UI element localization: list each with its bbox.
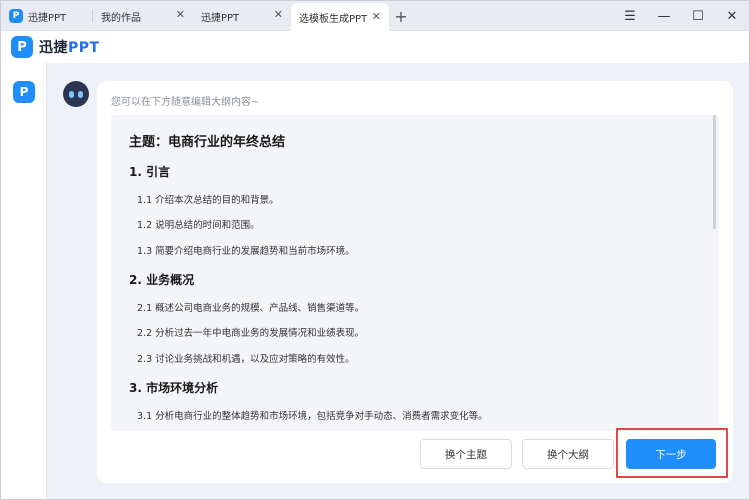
sidebar-app-icon[interactable]: P bbox=[13, 81, 35, 103]
outline-item: 1.2 说明总结的时间和范围。 bbox=[137, 220, 260, 231]
scrollbar-thumb[interactable] bbox=[713, 115, 716, 229]
tab-xunjie-ppt[interactable]: 迅捷PPT ✕ bbox=[193, 1, 291, 31]
new-tab-button[interactable]: + bbox=[389, 1, 413, 31]
app-logo-icon: P bbox=[11, 36, 33, 58]
outline-item: 2.3 讨论业务挑战和机遇，以及应对策略的有效性。 bbox=[137, 354, 355, 365]
tab-label: 迅捷PPT bbox=[201, 12, 240, 24]
outline-item: 2.1 概述公司电商业务的规模、产品线、销售渠道等。 bbox=[137, 303, 365, 314]
app-window: P 迅捷PPT 我的作品 ✕ 迅捷PPT ✕ 选模板生成PPT ✕ + ☰ — … bbox=[0, 0, 750, 500]
minimize-icon[interactable]: — bbox=[647, 9, 681, 24]
section-heading: 1. 引言 bbox=[129, 165, 171, 179]
tab-label: 选模板生成PPT bbox=[299, 13, 368, 25]
highlight-box bbox=[616, 428, 728, 478]
avatar-eye bbox=[69, 90, 74, 98]
outline-item: 2.2 分析过去一年中电商业务的发展情况和业绩表现。 bbox=[137, 328, 365, 339]
close-icon[interactable]: ✕ bbox=[176, 9, 185, 21]
section-heading: 2. 业务概况 bbox=[129, 273, 195, 287]
maximize-icon[interactable]: ☐ bbox=[681, 9, 715, 24]
change-theme-button[interactable]: 换个主题 bbox=[420, 439, 512, 469]
tab-home[interactable]: P 迅捷PPT bbox=[1, 1, 93, 31]
assistant-avatar-icon bbox=[63, 81, 89, 107]
close-icon[interactable]: ✕ bbox=[372, 11, 381, 23]
app-header: P 迅捷PPT bbox=[1, 31, 749, 63]
tab-template-generate[interactable]: 选模板生成PPT ✕ bbox=[291, 3, 389, 31]
avatar-eye bbox=[78, 90, 83, 98]
app-name: 迅捷PPT bbox=[39, 37, 100, 57]
app-name-suffix: PPT bbox=[68, 40, 100, 56]
tab-my-works[interactable]: 我的作品 ✕ bbox=[93, 1, 193, 31]
tab-label: 迅捷PPT bbox=[28, 12, 67, 24]
tab-bar: P 迅捷PPT 我的作品 ✕ 迅捷PPT ✕ 选模板生成PPT ✕ + ☰ — … bbox=[1, 1, 749, 31]
outline-card: 您可以在下方随意编辑大纲内容~ 主题：电商行业的年终总结 1. 引言 1.1 介… bbox=[97, 81, 733, 483]
change-outline-button[interactable]: 换个大纲 bbox=[522, 439, 614, 469]
close-icon[interactable]: ✕ bbox=[274, 9, 283, 21]
outline-item: 1.1 介绍本次总结的目的和背景。 bbox=[137, 195, 279, 206]
tab-label: 我的作品 bbox=[101, 12, 141, 24]
menu-icon[interactable]: ☰ bbox=[613, 9, 647, 24]
edit-hint: 您可以在下方随意编辑大纲内容~ bbox=[111, 97, 260, 108]
close-window-icon[interactable]: ✕ bbox=[715, 9, 749, 24]
section-heading: 3. 市场环境分析 bbox=[129, 381, 219, 395]
outline-item: 1.3 简要介绍电商行业的发展趋势和当前市场环境。 bbox=[137, 246, 355, 257]
outline-title: 主题：电商行业的年终总结 bbox=[129, 135, 286, 150]
app-logo-icon: P bbox=[9, 9, 23, 23]
left-sidebar: P bbox=[1, 63, 47, 499]
outline-editor[interactable]: 主题：电商行业的年终总结 1. 引言 1.1 介绍本次总结的目的和背景。 1.2… bbox=[111, 115, 719, 431]
window-controls: ☰ — ☐ ✕ bbox=[613, 1, 749, 31]
outline-scrollbar[interactable] bbox=[713, 115, 716, 431]
app-name-prefix: 迅捷 bbox=[39, 40, 68, 56]
outline-item: 3.1 分析电商行业的整体趋势和市场环境，包括竞争对手动态、消费者需求变化等。 bbox=[137, 411, 488, 422]
